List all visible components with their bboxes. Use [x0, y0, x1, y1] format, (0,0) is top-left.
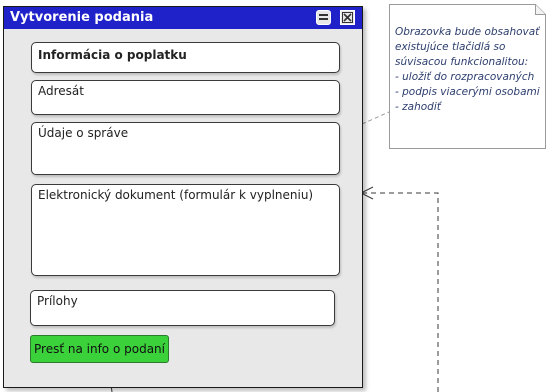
note-text: Obrazovka bude obsahovať existujúce tlač… — [395, 25, 545, 115]
note-line: Obrazovka bude obsahovať — [395, 26, 540, 38]
window-titlebar: Vytvorenie podania — [4, 7, 362, 29]
go-to-submission-info-label: Presť na info o podaní — [34, 342, 165, 356]
attachments-panel[interactable]: Prílohy — [30, 290, 335, 326]
fee-info-panel[interactable]: Informácia o poplatku — [31, 42, 340, 73]
recipient-panel[interactable]: Adresát — [31, 80, 340, 115]
message-details-panel[interactable]: Údaje o správe — [31, 122, 340, 175]
electronic-document-panel[interactable]: Elektronický dokument (formulár k vyplne… — [31, 184, 340, 276]
window-title: Vytvorenie podania — [10, 10, 154, 25]
restore-button[interactable] — [316, 10, 331, 25]
restore-icon — [319, 14, 328, 20]
note: Obrazovka bude obsahovať existujúce tlač… — [389, 4, 546, 149]
note-anchor-line — [361, 111, 390, 125]
close-icon — [342, 12, 353, 23]
note-line: súvisacou funkcionalitou: — [395, 56, 529, 68]
note-line: - podpis viacerými osobami — [395, 86, 540, 98]
dependency-arrow-line — [361, 192, 439, 392]
go-to-submission-info-button[interactable]: Presť na info o podaní — [30, 335, 169, 363]
create-submission-window: Vytvorenie podania Informácia o poplatku… — [3, 6, 363, 388]
close-button[interactable] — [340, 10, 355, 25]
note-fold-icon — [535, 4, 546, 15]
note-line: - zahodiť — [395, 101, 441, 113]
note-line: existujúce tlačidlá so — [395, 41, 506, 53]
note-line: - uložiť do rozpracovaných — [395, 71, 535, 83]
